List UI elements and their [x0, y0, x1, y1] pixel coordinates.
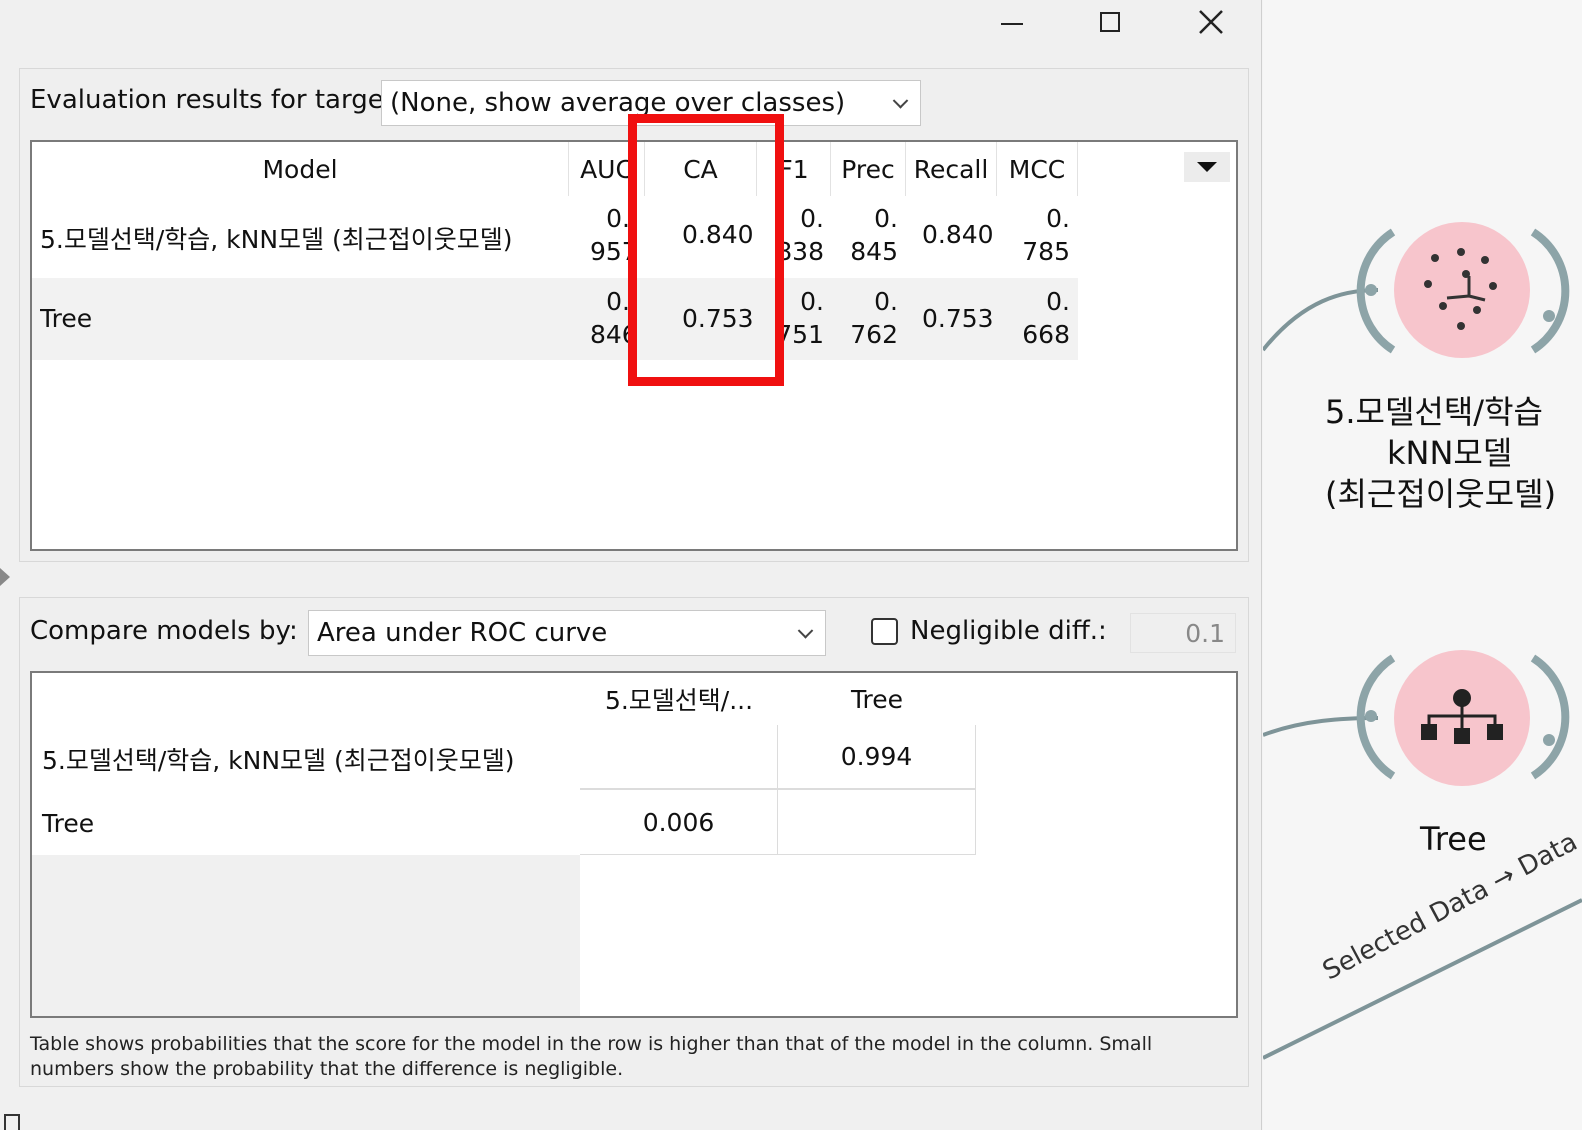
maximize-icon — [1100, 12, 1120, 32]
ca-column-highlight-box — [628, 114, 784, 386]
status-bar-icon[interactable] — [4, 1114, 20, 1130]
comparison-row-label: 5.모델선택/학습, kNN모델 (최근접이웃모델) — [42, 746, 515, 775]
column-menu-button[interactable] — [1184, 152, 1230, 182]
column-header-mcc[interactable]: MCC — [997, 142, 1078, 196]
comparison-cell[interactable]: 0.006 — [580, 789, 778, 855]
column-header-recall[interactable]: Recall — [906, 142, 997, 196]
row-recall: 0.753 — [922, 304, 994, 333]
row-model-name: 5.모델선택/학습, kNN모델 (최근접이웃모델) — [40, 225, 513, 254]
row-mcc: 0. 785 — [1022, 204, 1070, 266]
comparison-footnote: Table shows probabilities that the score… — [30, 1033, 1153, 1080]
row-prec: 0. 762 — [850, 287, 898, 349]
knn-node-output-arc — [1530, 228, 1570, 354]
collapse-arrow-icon[interactable] — [0, 568, 10, 586]
row-recall: 0.840 — [922, 220, 994, 249]
comparison-col-header[interactable]: 5.모델선택/... — [580, 673, 778, 725]
close-button[interactable] — [1176, 0, 1246, 44]
compare-combo[interactable]: Area under ROC curve — [308, 610, 826, 656]
minimize-icon — [1001, 23, 1023, 25]
triangle-down-icon — [1197, 162, 1217, 172]
close-icon — [1199, 10, 1223, 34]
maximize-button[interactable] — [1075, 0, 1145, 44]
tree-node-output-arc — [1530, 654, 1570, 780]
comparison-cell[interactable]: 0.994 — [778, 725, 976, 789]
test-and-score-dialog: Evaluation results for target (None, sho… — [0, 0, 1262, 1130]
workflow-links — [1261, 222, 1582, 1060]
comparison-row-label: Tree — [42, 809, 95, 838]
compare-combo-value: Area under ROC curve — [317, 618, 608, 648]
row-auc: 0.957 — [590, 204, 630, 266]
knn-node-label[interactable]: 5.모델선택/학습 kNN모델 (최근접이웃모델) — [1325, 392, 1556, 515]
row-mcc: 0. 668 — [1022, 287, 1070, 349]
workflow-canvas[interactable] — [1261, 0, 1582, 1130]
comparison-table[interactable]: 5.모델선택/... Tree 5.모델선택/학습, kNN모델 (최근접이웃모… — [30, 671, 1238, 1018]
comparison-cell[interactable] — [580, 725, 778, 789]
row-prec: 0. 845 — [850, 204, 898, 266]
negligible-diff-checkbox[interactable] — [871, 618, 898, 645]
compare-label: Compare models by: — [30, 616, 298, 646]
negligible-diff-spinbox[interactable]: 0.1 — [1130, 613, 1236, 653]
column-header-model[interactable]: Model — [32, 142, 569, 196]
comparison-row-header-bg — [32, 789, 580, 855]
negligible-diff-label[interactable]: Negligible diff.: — [910, 616, 1107, 646]
chevron-down-icon — [892, 93, 909, 109]
tree-node-label[interactable]: Tree — [1420, 820, 1487, 858]
row-auc: 0.846 — [590, 287, 630, 349]
row-model-name: Tree — [40, 304, 93, 333]
comparison-cell[interactable] — [778, 789, 976, 855]
minimize-button[interactable] — [977, 0, 1047, 44]
comparison-col-header[interactable]: Tree — [778, 673, 976, 725]
target-label: Evaluation results for target — [30, 85, 394, 115]
knn-node-circle — [1394, 222, 1530, 358]
column-header-prec[interactable]: Prec — [831, 142, 906, 196]
chevron-down-icon — [797, 623, 814, 639]
